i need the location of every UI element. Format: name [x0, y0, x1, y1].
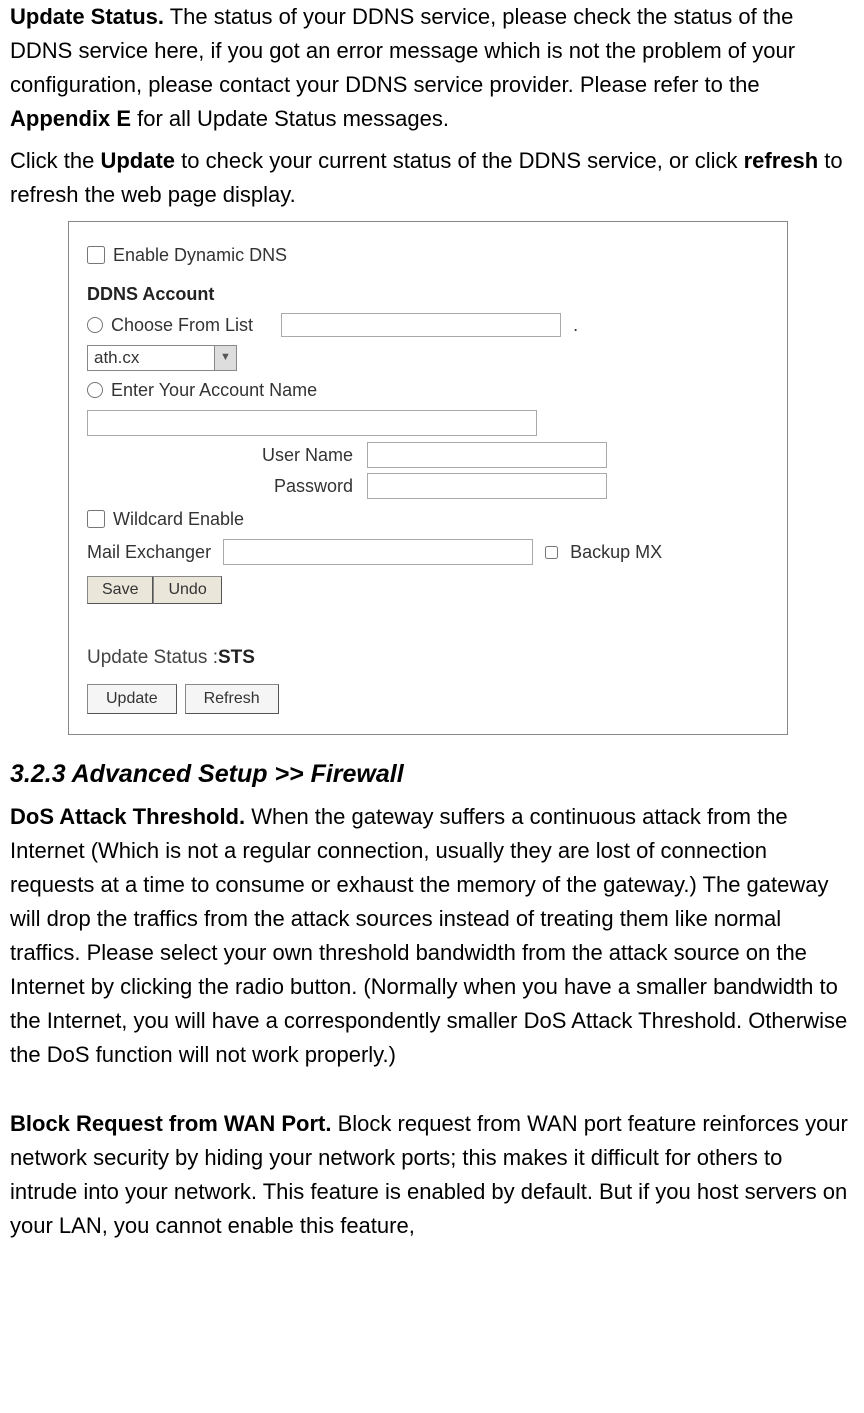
username-input[interactable] — [367, 442, 607, 468]
mail-exchanger-input[interactable] — [223, 539, 533, 565]
block-wan-paragraph: Block Request from WAN Port. Block reque… — [10, 1107, 854, 1243]
paragraph-spacer — [10, 1081, 854, 1107]
chevron-down-icon: ▼ — [214, 346, 236, 370]
intro-text-1b: for all Update Status messages. — [131, 106, 449, 131]
intro-paragraph-1: Update Status. The status of your DDNS s… — [10, 0, 854, 136]
wildcard-checkbox[interactable] — [87, 510, 105, 528]
dos-threshold-label: DoS Attack Threshold. — [10, 804, 245, 829]
dos-threshold-text: When the gateway suffers a continuous at… — [10, 804, 847, 1068]
refresh-word: refresh — [744, 148, 819, 173]
refresh-button[interactable]: Refresh — [185, 684, 279, 714]
enable-ddns-checkbox[interactable] — [87, 246, 105, 264]
username-label: User Name — [87, 442, 367, 469]
password-label: Password — [87, 473, 367, 500]
firewall-section-heading: 3.2.3 Advanced Setup >> Firewall — [10, 755, 854, 794]
update-status-row: Update Status :STS — [87, 644, 769, 673]
intro-text-2b: to check your current status of the DDNS… — [175, 148, 744, 173]
backup-mx-checkbox[interactable] — [545, 546, 558, 559]
update-button[interactable]: Update — [87, 684, 177, 714]
enter-account-radio[interactable] — [87, 382, 103, 398]
undo-button[interactable]: Undo — [153, 576, 221, 604]
dos-paragraph: DoS Attack Threshold. When the gateway s… — [10, 800, 854, 1073]
choose-from-list-radio[interactable] — [87, 317, 103, 333]
intro-paragraph-2: Click the Update to check your current s… — [10, 144, 854, 212]
intro-text-2a: Click the — [10, 148, 100, 173]
ddns-settings-panel: Enable Dynamic DNS DDNS Account Choose F… — [68, 221, 788, 736]
block-wan-label: Block Request from WAN Port. — [10, 1111, 331, 1136]
choose-from-list-label: Choose From List — [111, 312, 253, 339]
update-status-value: STS — [218, 647, 255, 668]
enter-account-label: Enter Your Account Name — [111, 377, 317, 404]
update-status-prefix: Update Status : — [87, 647, 218, 668]
ddns-account-heading: DDNS Account — [87, 281, 769, 308]
password-input[interactable] — [367, 473, 607, 499]
wildcard-label: Wildcard Enable — [113, 506, 244, 533]
account-name-input[interactable] — [87, 410, 537, 436]
update-status-label: Update Status. — [10, 4, 164, 29]
mail-exchanger-label: Mail Exchanger — [87, 539, 211, 566]
domain-dropdown[interactable]: ath.cx ▼ — [87, 345, 237, 371]
enable-ddns-label: Enable Dynamic DNS — [113, 242, 287, 269]
choose-from-list-input[interactable] — [281, 313, 561, 337]
dot-separator: . — [573, 312, 578, 339]
backup-mx-label: Backup MX — [570, 539, 662, 566]
update-word: Update — [100, 148, 175, 173]
appendix-e-label: Appendix E — [10, 106, 131, 131]
domain-dropdown-value: ath.cx — [88, 345, 214, 371]
save-button[interactable]: Save — [87, 576, 153, 604]
